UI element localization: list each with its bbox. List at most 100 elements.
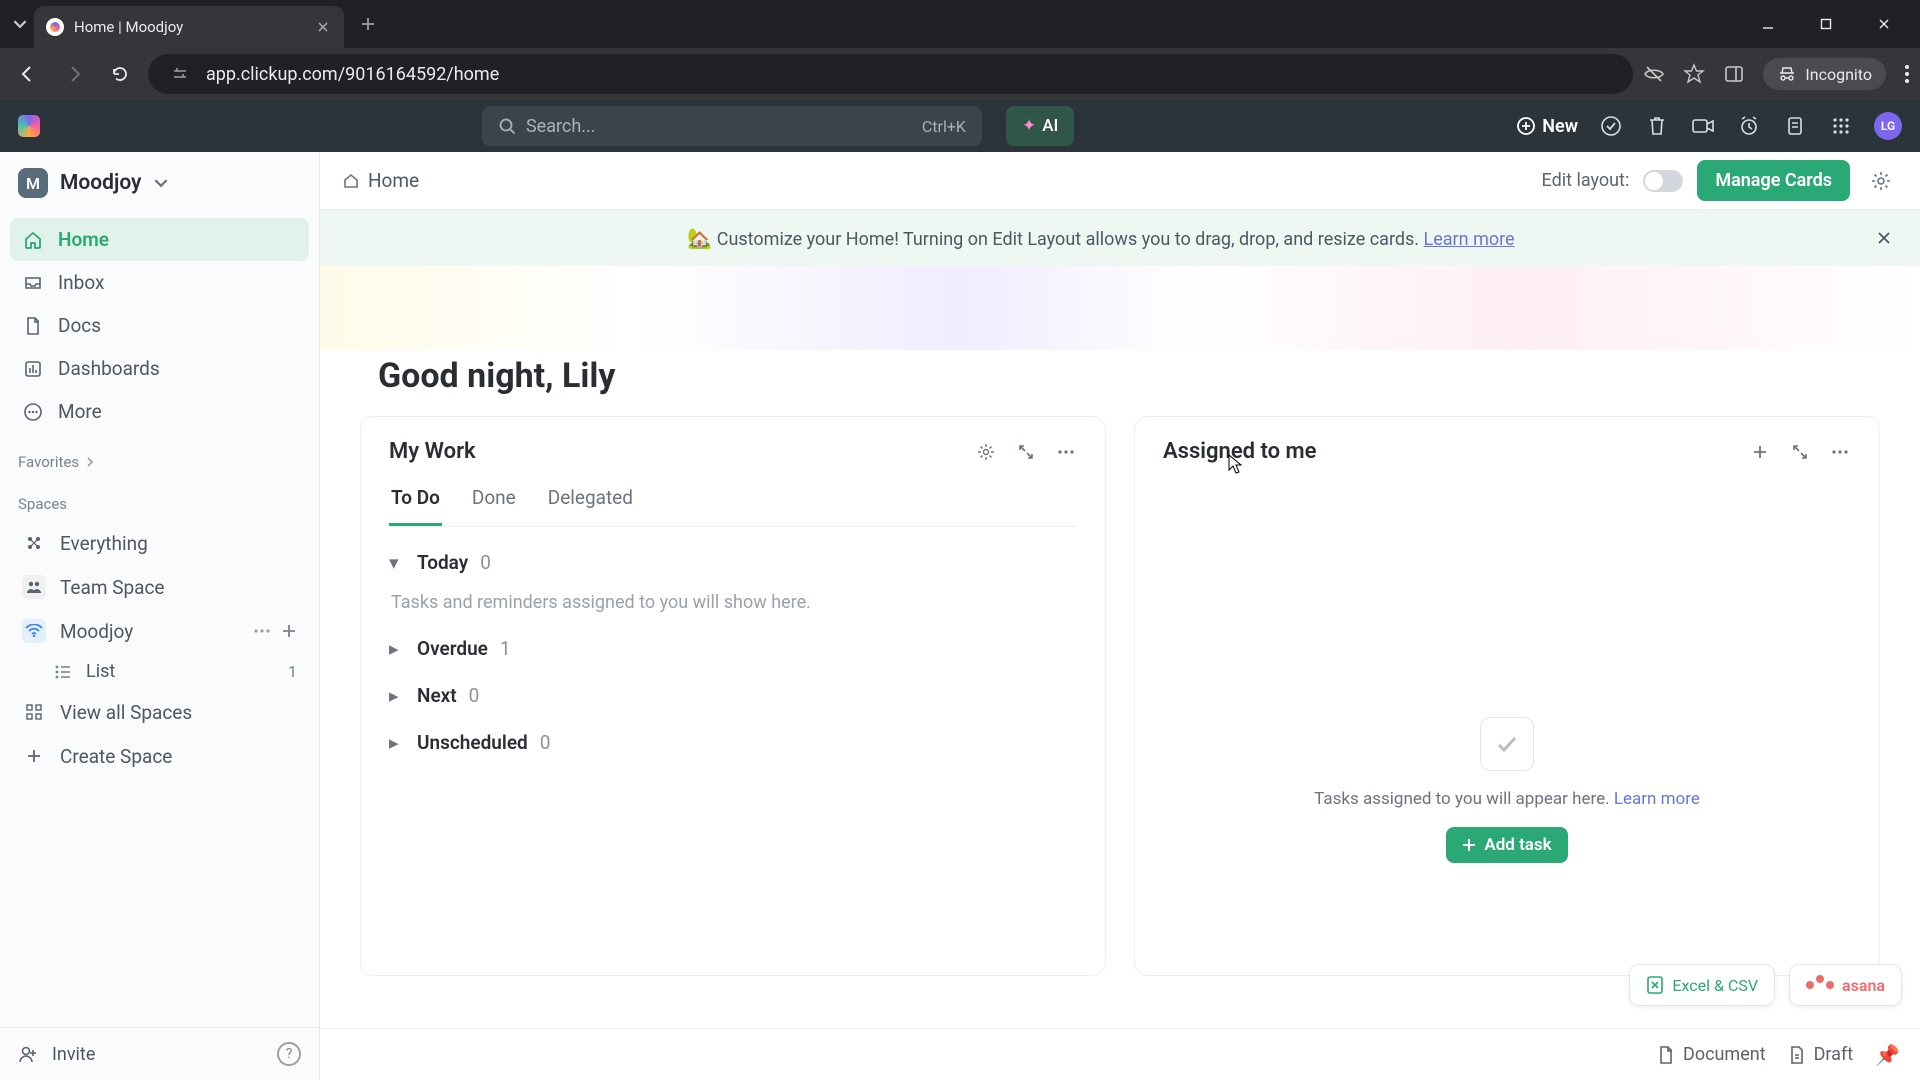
tab-delegated[interactable]: Delegated xyxy=(546,486,635,526)
edit-layout-toggle[interactable] xyxy=(1643,170,1683,192)
space-menu-icon[interactable] xyxy=(253,628,271,634)
global-search[interactable]: Search... Ctrl+K xyxy=(482,106,982,146)
status-draft[interactable]: Draft xyxy=(1788,1044,1854,1065)
assigned-learn-more-link[interactable]: Learn more xyxy=(1614,789,1700,809)
search-placeholder: Search... xyxy=(526,116,912,137)
banner-close-button[interactable] xyxy=(1870,224,1898,252)
record-icon[interactable] xyxy=(1690,113,1716,139)
banner-text: Customize your Home! Turning on Edit Lay… xyxy=(717,229,1419,250)
favorites-label: Favorites xyxy=(18,453,79,471)
sidebar-footer: Invite ? xyxy=(0,1027,319,1080)
tab-done[interactable]: Done xyxy=(470,486,518,526)
group-today[interactable]: ▾ Today 0 Tasks and reminders assigned t… xyxy=(389,551,1077,613)
minimize-button[interactable] xyxy=(1752,10,1784,38)
group-empty-text: Tasks and reminders assigned to you will… xyxy=(391,592,1077,613)
back-button[interactable] xyxy=(10,56,46,92)
asana-pill[interactable]: asana xyxy=(1789,964,1902,1006)
group-count: 0 xyxy=(540,731,551,754)
close-tab-button[interactable] xyxy=(314,18,332,36)
nav-docs[interactable]: Docs xyxy=(10,304,309,347)
create-space[interactable]: Create Space xyxy=(10,734,309,778)
nav-home[interactable]: Home xyxy=(10,218,309,261)
settings-button[interactable] xyxy=(1864,164,1898,198)
new-label: New xyxy=(1542,116,1578,137)
nav-dashboards[interactable]: Dashboards xyxy=(10,347,309,390)
card-menu-icon[interactable] xyxy=(1829,441,1851,463)
address-bar[interactable]: app.clickup.com/9016164592/home xyxy=(148,54,1633,94)
my-work-card: My Work To Do Done Delegated ▾ Today xyxy=(360,416,1106,976)
site-settings-icon[interactable] xyxy=(166,60,194,88)
tab-search-dropdown[interactable] xyxy=(6,10,34,38)
trash-icon[interactable] xyxy=(1644,113,1670,139)
plus-circle-icon xyxy=(1516,116,1536,136)
check-tile-icon xyxy=(1480,717,1534,771)
favorites-header[interactable]: Favorites xyxy=(0,437,319,479)
nav-inbox[interactable]: Inbox xyxy=(10,261,309,304)
workspace-badge: M xyxy=(18,168,48,198)
card-menu-icon[interactable] xyxy=(1055,441,1077,463)
invite-label[interactable]: Invite xyxy=(52,1044,95,1065)
new-button[interactable]: New xyxy=(1516,116,1578,137)
view-all-spaces[interactable]: View all Spaces xyxy=(10,690,309,734)
nav-more[interactable]: More xyxy=(10,390,309,433)
card-settings-icon[interactable] xyxy=(975,441,997,463)
new-tab-button[interactable] xyxy=(352,8,384,40)
breadcrumb[interactable]: Home xyxy=(342,169,419,192)
browser-menu-icon[interactable] xyxy=(1904,64,1910,84)
add-task-button[interactable]: Add task xyxy=(1446,827,1567,863)
assigned-card: Assigned to me Tasks assigned to you wil… xyxy=(1134,416,1880,976)
reload-button[interactable] xyxy=(102,56,138,92)
card-title: My Work xyxy=(389,439,476,464)
tab-todo[interactable]: To Do xyxy=(389,486,442,526)
expand-icon[interactable] xyxy=(1015,441,1037,463)
edit-layout-label: Edit layout: xyxy=(1542,170,1630,191)
status-document[interactable]: Document xyxy=(1657,1044,1766,1065)
notepad-icon[interactable] xyxy=(1782,113,1808,139)
reminder-icon[interactable] xyxy=(1736,113,1762,139)
user-avatar[interactable]: LG xyxy=(1874,112,1902,140)
spaces-header: Spaces xyxy=(0,479,319,521)
help-button[interactable]: ? xyxy=(277,1042,301,1066)
clickup-logo[interactable] xyxy=(18,115,40,137)
spreadsheet-icon xyxy=(1646,975,1664,995)
group-next[interactable]: ▸ Next 0 xyxy=(389,684,1077,707)
panel-icon[interactable] xyxy=(1723,63,1745,85)
list-count: 1 xyxy=(288,662,297,681)
nav-label: Docs xyxy=(58,314,101,337)
app-topbar: Search... Ctrl+K ✦ AI New LG xyxy=(0,100,1920,152)
group-name: Next xyxy=(417,684,457,707)
excel-csv-pill[interactable]: Excel & CSV xyxy=(1629,964,1775,1006)
search-icon xyxy=(498,117,516,135)
manage-cards-button[interactable]: Manage Cards xyxy=(1697,160,1850,201)
space-label: Create Space xyxy=(60,745,172,768)
browser-tab-title: Home | Moodjoy xyxy=(74,18,304,36)
list-item[interactable]: List 1 xyxy=(10,653,309,690)
forward-button[interactable] xyxy=(56,56,92,92)
close-window-button[interactable] xyxy=(1868,10,1900,38)
incognito-indicator[interactable]: Incognito xyxy=(1763,58,1886,90)
space-everything[interactable]: Everything xyxy=(10,521,309,565)
maximize-button[interactable] xyxy=(1810,10,1842,38)
tracking-icon[interactable] xyxy=(1643,63,1665,85)
apps-grid-icon[interactable] xyxy=(1828,113,1854,139)
url-text: app.clickup.com/9016164592/home xyxy=(206,64,499,85)
chevron-down-icon xyxy=(154,176,168,190)
banner-learn-more-link[interactable]: Learn more xyxy=(1424,229,1515,250)
group-unscheduled[interactable]: ▸ Unscheduled 0 xyxy=(389,731,1077,754)
incognito-icon xyxy=(1777,64,1797,84)
everything-icon xyxy=(22,531,46,555)
browser-tab[interactable]: Home | Moodjoy xyxy=(34,6,344,48)
space-moodjoy[interactable]: Moodjoy xyxy=(10,609,309,653)
add-to-space-icon[interactable] xyxy=(281,623,297,639)
add-icon[interactable] xyxy=(1749,441,1771,463)
group-overdue[interactable]: ▸ Overdue 1 xyxy=(389,637,1077,660)
bookmark-icon[interactable] xyxy=(1683,63,1705,85)
pin-icon[interactable]: 📌 xyxy=(1875,1043,1900,1067)
workspace-switcher[interactable]: M Moodjoy xyxy=(0,152,319,214)
header-gradient xyxy=(320,266,1920,350)
space-team-space[interactable]: Team Space xyxy=(10,565,309,609)
task-tray-icon[interactable] xyxy=(1598,113,1624,139)
ai-button[interactable]: ✦ AI xyxy=(1006,106,1074,146)
expand-icon[interactable] xyxy=(1789,441,1811,463)
spaces-label: Spaces xyxy=(18,495,67,513)
